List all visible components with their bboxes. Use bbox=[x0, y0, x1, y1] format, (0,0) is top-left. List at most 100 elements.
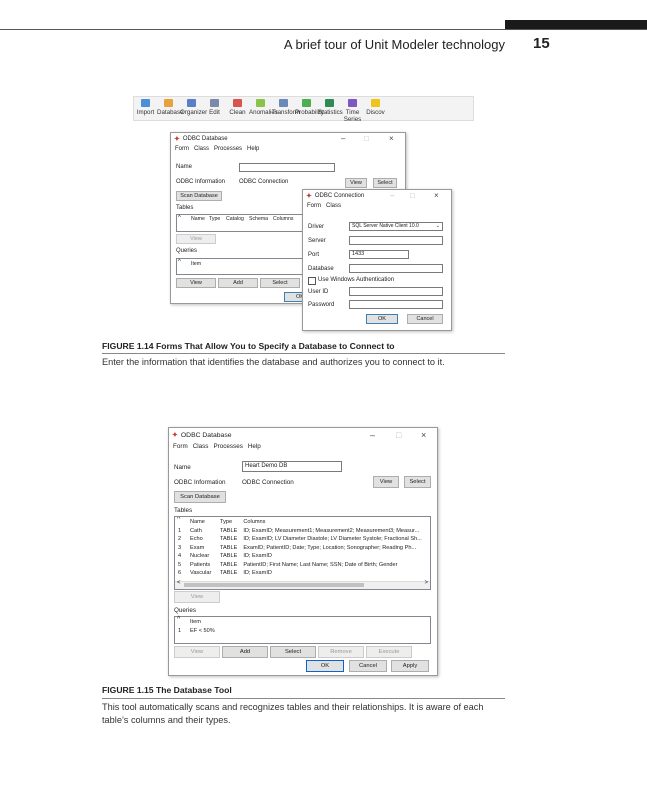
queries-select-button[interactable]: Select bbox=[260, 278, 300, 288]
apply-button[interactable]: Apply bbox=[391, 660, 429, 672]
menu-class[interactable]: Class bbox=[194, 146, 209, 152]
page-number: 15 bbox=[533, 35, 550, 52]
toolbar-statistics-button[interactable]: Statistics bbox=[318, 97, 343, 120]
queries-grid[interactable]: ^ Item 1 EF < 50% bbox=[174, 616, 431, 644]
close-icon[interactable]: × bbox=[434, 191, 439, 200]
odbc-connection-value: ODBC Connection bbox=[242, 479, 294, 486]
menu-form[interactable]: Form bbox=[307, 203, 321, 209]
menu-help[interactable]: Help bbox=[247, 146, 259, 152]
tables-label: Tables bbox=[174, 507, 193, 514]
view-button[interactable]: View bbox=[345, 178, 367, 188]
select-button[interactable]: Select bbox=[404, 476, 431, 488]
scroll-left-icon[interactable]: < bbox=[177, 580, 181, 586]
user-id-input[interactable] bbox=[349, 287, 443, 296]
toolbar-database-button[interactable]: Database bbox=[157, 97, 184, 120]
menu-form[interactable]: Form bbox=[175, 146, 189, 152]
table-cell: 1 bbox=[178, 527, 182, 534]
toolbar-import-button[interactable]: Import bbox=[134, 97, 157, 120]
tables-view-button[interactable]: View bbox=[176, 234, 216, 244]
minimize-icon[interactable]: – bbox=[390, 191, 394, 200]
maximize-icon[interactable]: □ bbox=[364, 134, 369, 143]
queries-grid[interactable]: ^ Item bbox=[176, 258, 304, 275]
odbc-info-label: ODBC Information bbox=[176, 179, 226, 185]
table-cell: TABLE bbox=[220, 561, 238, 568]
queries-view-button[interactable]: View bbox=[174, 646, 220, 658]
toolbar-probability-button[interactable]: Probability bbox=[295, 97, 324, 120]
windows-auth-checkbox[interactable] bbox=[308, 277, 316, 285]
view-button[interactable]: View bbox=[373, 476, 399, 488]
toolbar-clean-button[interactable]: Clean bbox=[226, 97, 249, 120]
table-cell: 3 bbox=[178, 544, 182, 551]
minimize-icon[interactable]: – bbox=[370, 430, 375, 440]
server-input[interactable] bbox=[349, 236, 443, 245]
table-cell: ID; ExamID; Measurement1; Measurement2; … bbox=[243, 527, 420, 534]
ok-button[interactable]: OK bbox=[366, 314, 398, 324]
tables-grid[interactable]: ^ Name Type Catalog Schema Columns bbox=[176, 214, 304, 232]
menu-form[interactable]: Form bbox=[173, 443, 188, 450]
scan-database-button[interactable]: Scan Database bbox=[174, 491, 226, 503]
minimize-icon[interactable]: – bbox=[341, 134, 345, 143]
toolbar-time-series-button[interactable]: Time Series bbox=[341, 97, 364, 123]
tables-grid[interactable]: ^ Name Type Columns 1 Cath TABLE ID; ExamID… bbox=[174, 516, 431, 590]
cancel-button[interactable]: Cancel bbox=[407, 314, 443, 324]
toolbar-transform-button[interactable]: Transform bbox=[272, 97, 300, 120]
table-cell: TABLE bbox=[220, 544, 238, 551]
table-cell: ExamID; PatientID; Date; Type; Location;… bbox=[243, 544, 417, 551]
maximize-icon[interactable]: □ bbox=[396, 430, 401, 440]
execute-button[interactable]: Execute bbox=[366, 646, 412, 658]
timeseries-icon bbox=[348, 99, 357, 107]
table-cell: TABLE bbox=[220, 536, 238, 542]
organizer-icon bbox=[187, 99, 196, 107]
queries-view-button[interactable]: View bbox=[176, 278, 216, 288]
toolbar-label: Statistics bbox=[318, 109, 343, 116]
scan-database-button[interactable]: Scan Database bbox=[176, 191, 222, 201]
database-input[interactable] bbox=[349, 264, 443, 273]
table-row[interactable]: 3 Exam TABLE ExamID; PatientID; Date; Type;… bbox=[175, 544, 425, 553]
close-icon[interactable]: × bbox=[421, 430, 426, 440]
cancel-button[interactable]: Cancel bbox=[349, 660, 387, 672]
table-row[interactable]: 1 Cath TABLE ID; ExamID; Measurement1; Meas… bbox=[175, 527, 425, 536]
table-cell: 2 bbox=[178, 536, 182, 542]
table-cell: PatientID; First Name; Last Name; SSN; D… bbox=[243, 561, 398, 568]
tables-view-button[interactable]: View bbox=[174, 591, 220, 603]
menu-class[interactable]: Class bbox=[193, 443, 209, 450]
menu-processes[interactable]: Processes bbox=[213, 443, 242, 450]
menu-processes[interactable]: Processes bbox=[214, 146, 242, 152]
queries-select-button[interactable]: Select bbox=[270, 646, 316, 658]
remove-button[interactable]: Remove bbox=[318, 646, 364, 658]
table-cell: 6 bbox=[178, 570, 182, 576]
close-icon[interactable]: × bbox=[389, 134, 394, 143]
table-row[interactable]: 6 Vascular TABLE ID; ExamID bbox=[175, 569, 425, 578]
name-input[interactable] bbox=[239, 163, 335, 172]
ok-button[interactable]: OK bbox=[306, 660, 344, 672]
toolbar-anomalies-button[interactable]: Anomalies bbox=[249, 97, 278, 120]
port-input[interactable]: 1433 bbox=[349, 250, 409, 259]
table-row[interactable]: 2 Echo TABLE ID; ExamID; LV Diameter Diasto… bbox=[175, 535, 425, 544]
app-toolbar: Import Database Organizer Edit Clean Anomalie… bbox=[133, 96, 474, 123]
table-header-row: Name Type Columns bbox=[175, 518, 425, 527]
transform-icon bbox=[279, 99, 288, 107]
scroll-right-icon[interactable]: > bbox=[424, 580, 428, 586]
table-row[interactable]: 4 Nuclear TABLE ID; ExamID bbox=[175, 552, 425, 561]
query-cell: 1 bbox=[178, 627, 182, 634]
toolbar-organizer-button[interactable]: Organizer bbox=[180, 97, 207, 120]
driver-value: SQL Server Native Client 10.0 bbox=[352, 223, 419, 229]
menu-help[interactable]: Help bbox=[248, 443, 261, 450]
horizontal-scrollbar[interactable]: < > bbox=[175, 580, 430, 589]
query-row[interactable]: 1 EF < 50% bbox=[175, 627, 218, 636]
table-row[interactable]: 5 Patients TABLE PatientID; First Name; Las… bbox=[175, 561, 425, 570]
toolbar-label: Edit bbox=[209, 109, 220, 116]
add-button[interactable]: Add bbox=[218, 278, 258, 288]
driver-select[interactable]: SQL Server Native Client 10.0 ⌄ bbox=[349, 222, 443, 231]
scrollbar-thumb[interactable] bbox=[184, 583, 364, 587]
toolbar-edit-button[interactable]: Edit bbox=[203, 97, 226, 120]
maximize-icon[interactable]: □ bbox=[410, 191, 415, 200]
add-button[interactable]: Add bbox=[222, 646, 268, 658]
select-button[interactable]: Select bbox=[373, 178, 397, 188]
menu-class[interactable]: Class bbox=[326, 203, 341, 209]
toolbar-label: Import bbox=[136, 109, 155, 116]
toolbar-discov-button[interactable]: Discov bbox=[364, 97, 387, 120]
table-cell: 4 bbox=[178, 553, 182, 559]
name-input[interactable]: Heart Demo DB bbox=[242, 461, 342, 472]
password-input[interactable] bbox=[349, 300, 443, 309]
